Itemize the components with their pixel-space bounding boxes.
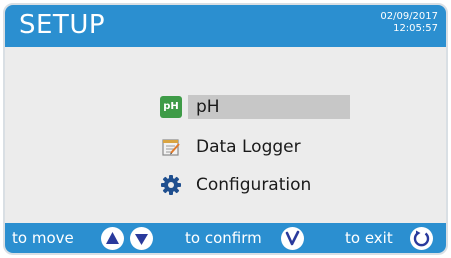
- exit-hint-label: to exit: [345, 229, 393, 247]
- time-text: 12:05:57: [393, 23, 438, 34]
- footer-bar: to move to confirm to exit: [5, 223, 446, 253]
- gear-icon: [160, 174, 182, 196]
- menu-item-label: Data Logger: [196, 137, 301, 157]
- menu-item-label: pH: [188, 95, 350, 119]
- up-arrow-button[interactable]: [101, 227, 124, 250]
- menu-item-label: Configuration: [196, 175, 312, 195]
- datetime-display: 02/09/2017 12:05:57: [380, 11, 438, 35]
- exit-button[interactable]: [410, 227, 433, 250]
- menu-item-configuration[interactable]: Configuration: [155, 171, 355, 199]
- page-title: SETUP: [19, 10, 106, 40]
- date-text: 02/09/2017: [380, 11, 438, 22]
- down-arrow-button[interactable]: [130, 227, 153, 250]
- confirm-check-button[interactable]: [281, 227, 304, 250]
- menu-item-data-logger[interactable]: Data Logger: [155, 133, 355, 161]
- notepad-icon: [160, 136, 182, 158]
- move-hint-label: to move: [12, 229, 74, 247]
- ph-icon: pH: [160, 96, 182, 118]
- menu-item-ph[interactable]: pH pH: [155, 93, 355, 121]
- header-bar: SETUP 02/09/2017 12:05:57: [5, 5, 446, 47]
- confirm-hint-label: to confirm: [185, 229, 262, 247]
- display-frame: SETUP 02/09/2017 12:05:57 pH pH Data Log…: [3, 3, 448, 255]
